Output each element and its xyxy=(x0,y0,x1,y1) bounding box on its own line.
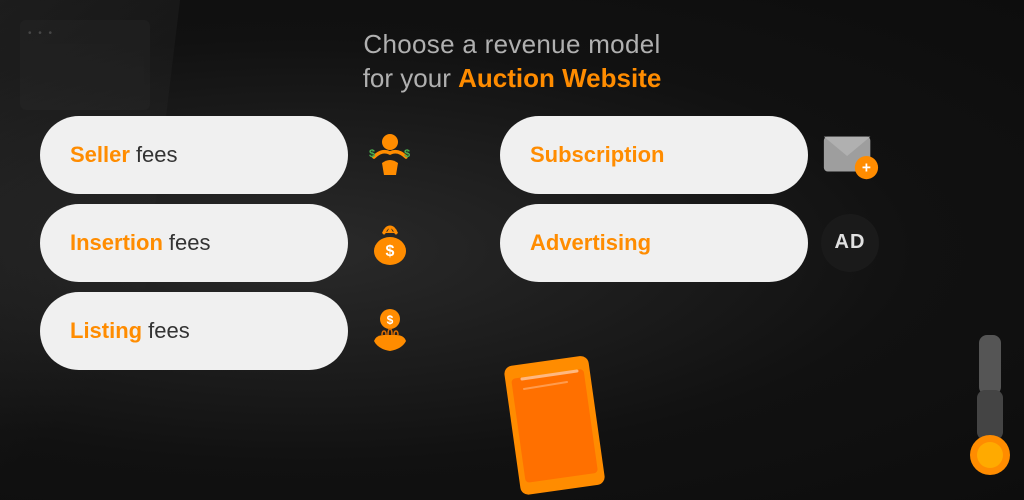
robot-decoration xyxy=(939,335,1024,500)
ad-circle-icon: AD xyxy=(820,213,880,273)
listing-text: fees xyxy=(148,318,190,344)
advertising-card[interactable]: Advertising xyxy=(500,204,808,282)
seller-fees-row: Seller fees $ $ xyxy=(40,116,420,194)
svg-text:$: $ xyxy=(404,148,410,160)
svg-text:+: + xyxy=(862,159,871,176)
person-money-icon: $ $ xyxy=(360,125,420,185)
hand-coin-icon: $ xyxy=(360,301,420,361)
insertion-fees-card[interactable]: Insertion fees xyxy=(40,204,348,282)
tablet-svg xyxy=(502,355,612,495)
robot-svg xyxy=(939,335,1024,495)
handcoin-svg: $ xyxy=(364,305,416,357)
subscription-accent: Subscription xyxy=(530,142,664,168)
ad-badge: AD xyxy=(821,214,879,272)
advertising-row: Advertising AD xyxy=(500,204,880,282)
money-bag-icon: $ xyxy=(360,213,420,273)
listing-accent: Listing xyxy=(70,318,142,344)
svg-text:$: $ xyxy=(387,313,394,327)
listing-fees-row: Listing fees $ xyxy=(40,292,420,370)
seller-text: fees xyxy=(136,142,178,168)
subscription-row: Subscription + xyxy=(500,116,880,194)
person-svg: $ $ xyxy=(364,129,416,181)
header-line1: Choose a revenue model xyxy=(363,28,662,62)
seller-fees-card[interactable]: Seller fees xyxy=(40,116,348,194)
left-column: Seller fees $ $ xyxy=(40,116,420,370)
subscription-card[interactable]: Subscription xyxy=(500,116,808,194)
tablet-decoration xyxy=(502,355,612,500)
header-line2: for your Auction Website xyxy=(363,62,662,96)
listing-fees-card[interactable]: Listing fees xyxy=(40,292,348,370)
page-header: Choose a revenue model for your Auction … xyxy=(363,28,662,96)
insertion-accent: Insertion xyxy=(70,230,163,256)
advertising-accent: Advertising xyxy=(530,230,651,256)
header-highlight: Auction Website xyxy=(458,63,661,93)
envelope-plus-icon: + xyxy=(820,125,880,185)
seller-accent: Seller xyxy=(70,142,130,168)
envelope-svg: + xyxy=(820,126,880,184)
svg-text:$: $ xyxy=(369,148,375,160)
svg-text:$: $ xyxy=(386,243,395,260)
moneybag-svg: $ xyxy=(364,217,416,269)
right-column: Subscription + xyxy=(500,116,880,370)
header-prefix: for your xyxy=(363,63,458,93)
content-area: Seller fees $ $ xyxy=(0,116,1024,370)
insertion-text: fees xyxy=(169,230,211,256)
insertion-fees-row: Insertion fees $ xyxy=(40,204,420,282)
